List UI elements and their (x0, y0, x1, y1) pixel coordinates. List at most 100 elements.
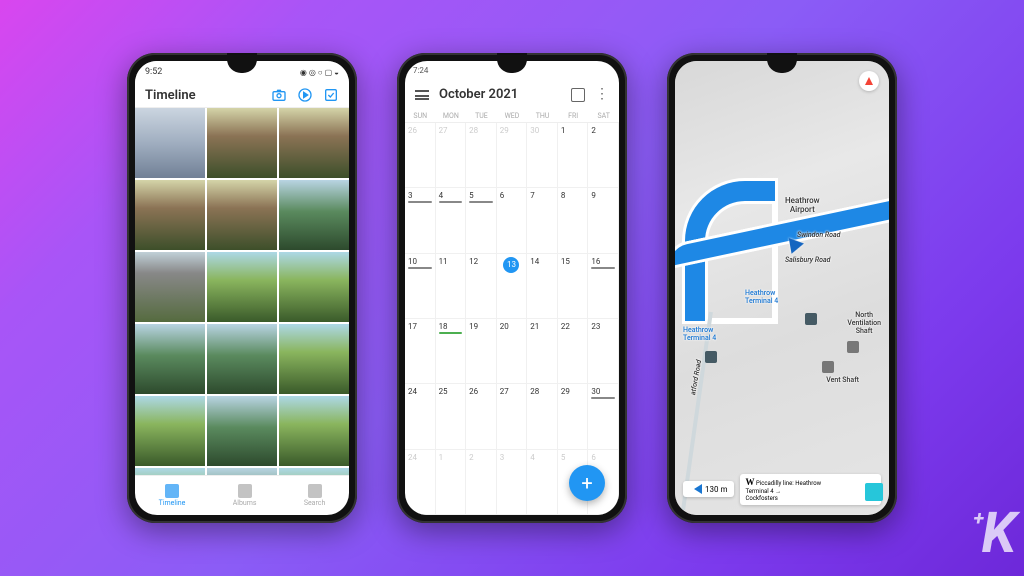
nav-albums[interactable]: Albums (233, 484, 257, 507)
day-number: 2 (591, 126, 615, 135)
photo-thumbnail[interactable] (279, 324, 349, 394)
distance-badge[interactable]: 130 m (683, 481, 734, 497)
photo-thumbnail[interactable] (135, 180, 205, 250)
calendar-day[interactable]: 15 (558, 254, 589, 319)
nav-label: Search (304, 499, 326, 507)
calendar-day[interactable]: 8 (558, 188, 589, 253)
day-number: 13 (503, 257, 519, 273)
photo-grid[interactable] (135, 108, 349, 475)
transit-icon[interactable] (805, 313, 817, 325)
map-screen[interactable]: HeathrowAirport Swindon Road Salisbury R… (675, 61, 889, 515)
calendar-day[interactable]: 28 (527, 384, 558, 449)
calendar-day[interactable]: 11 (436, 254, 467, 319)
photo-thumbnail[interactable] (135, 468, 205, 475)
calendar-day[interactable]: 2 (466, 450, 497, 515)
calendar-day[interactable]: 4 (527, 450, 558, 515)
calendar-event[interactable] (591, 267, 615, 269)
day-number: 3 (408, 191, 432, 200)
calendar-day[interactable]: 14 (527, 254, 558, 319)
camera-icon[interactable] (271, 87, 287, 103)
calendar-day[interactable]: 6 (497, 188, 528, 253)
calendar-day[interactable]: 27 (497, 384, 528, 449)
calendar-day[interactable]: 24 (405, 384, 436, 449)
weekday-label: SAT (588, 112, 619, 120)
check-icon[interactable] (323, 87, 339, 103)
nav-search[interactable]: Search (304, 484, 326, 507)
calendar-day[interactable]: 7 (527, 188, 558, 253)
calendar-day[interactable]: 1 (558, 123, 589, 188)
calendar-day[interactable]: 18 (436, 319, 467, 384)
calendar-day[interactable]: 17 (405, 319, 436, 384)
calendar-day[interactable]: 20 (497, 319, 528, 384)
photo-thumbnail[interactable] (207, 468, 277, 475)
calendar-event[interactable] (469, 201, 493, 203)
calendar-day[interactable]: 30 (588, 384, 619, 449)
day-number: 28 (530, 387, 554, 396)
photo-thumbnail[interactable] (279, 396, 349, 466)
photo-thumbnail[interactable] (135, 324, 205, 394)
calendar-day[interactable]: 19 (466, 319, 497, 384)
photo-thumbnail[interactable] (279, 108, 349, 178)
poi-icon[interactable] (847, 341, 859, 353)
calendar-day[interactable]: 10 (405, 254, 436, 319)
calendar-day[interactable]: 29 (497, 123, 528, 188)
photo-thumbnail[interactable] (207, 252, 277, 322)
day-number: 27 (500, 387, 524, 396)
calendar-day[interactable]: 5 (466, 188, 497, 253)
calendar-day[interactable]: 26 (466, 384, 497, 449)
nav-timeline[interactable]: Timeline (159, 484, 186, 507)
month-title[interactable]: October 2021 (439, 87, 561, 102)
photo-thumbnail[interactable] (207, 108, 277, 178)
photo-thumbnail[interactable] (279, 252, 349, 322)
play-icon[interactable] (297, 87, 313, 103)
calendar-day[interactable]: 3 (405, 188, 436, 253)
photo-thumbnail[interactable] (207, 396, 277, 466)
compass-icon[interactable] (859, 71, 879, 91)
calendar-day[interactable]: 1 (436, 450, 467, 515)
calendar-event[interactable] (408, 267, 432, 269)
calendar-day[interactable]: 3 (497, 450, 528, 515)
calendar-event[interactable] (439, 201, 463, 203)
wikipedia-callout[interactable]: W Piccadilly line: HeathrowTerminal 4 →C… (740, 474, 882, 505)
calendar-day[interactable]: 4 (436, 188, 467, 253)
transit-icon[interactable] (705, 351, 717, 363)
calendar-day[interactable]: 21 (527, 319, 558, 384)
photo-thumbnail[interactable] (135, 108, 205, 178)
calendar-grid[interactable]: 2627282930123 4 5 678910 111213141516 17… (405, 123, 619, 515)
calendar-day[interactable]: 2 (588, 123, 619, 188)
map-label-north-vent: NorthVentilationShaft (847, 311, 881, 335)
menu-icon[interactable] (415, 90, 429, 100)
overflow-icon[interactable]: ⋮ (595, 92, 609, 96)
map-label-vent: Vent Shaft (826, 376, 859, 384)
calendar-day[interactable]: 23 (588, 319, 619, 384)
today-icon[interactable] (571, 88, 585, 102)
calendar-day[interactable]: 29 (558, 384, 589, 449)
photo-thumbnail[interactable] (135, 396, 205, 466)
photo-thumbnail[interactable] (207, 324, 277, 394)
calendar-day[interactable]: 22 (558, 319, 589, 384)
day-number: 18 (439, 322, 463, 331)
building-icon[interactable] (865, 483, 883, 501)
calendar-day[interactable]: 24 (405, 450, 436, 515)
photo-thumbnail[interactable] (279, 180, 349, 250)
calendar-event[interactable] (408, 201, 432, 203)
timeline-icon (165, 484, 179, 498)
photo-thumbnail[interactable] (207, 180, 277, 250)
calendar-day[interactable]: 25 (436, 384, 467, 449)
calendar-day[interactable]: 28 (466, 123, 497, 188)
calendar-day[interactable]: 9 (588, 188, 619, 253)
calendar-day[interactable]: 26 (405, 123, 436, 188)
add-event-button[interactable]: + (569, 465, 605, 501)
calendar-day[interactable]: 13 (497, 254, 528, 319)
poi-icon[interactable] (822, 361, 834, 373)
day-number: 21 (530, 322, 554, 331)
photo-thumbnail[interactable] (135, 252, 205, 322)
calendar-day[interactable]: 12 (466, 254, 497, 319)
day-number: 20 (500, 322, 524, 331)
photo-thumbnail[interactable] (279, 468, 349, 475)
calendar-event[interactable] (439, 332, 463, 334)
calendar-day[interactable]: 27 (436, 123, 467, 188)
calendar-day[interactable]: 30 (527, 123, 558, 188)
calendar-day[interactable]: 16 (588, 254, 619, 319)
calendar-event[interactable] (591, 397, 615, 399)
